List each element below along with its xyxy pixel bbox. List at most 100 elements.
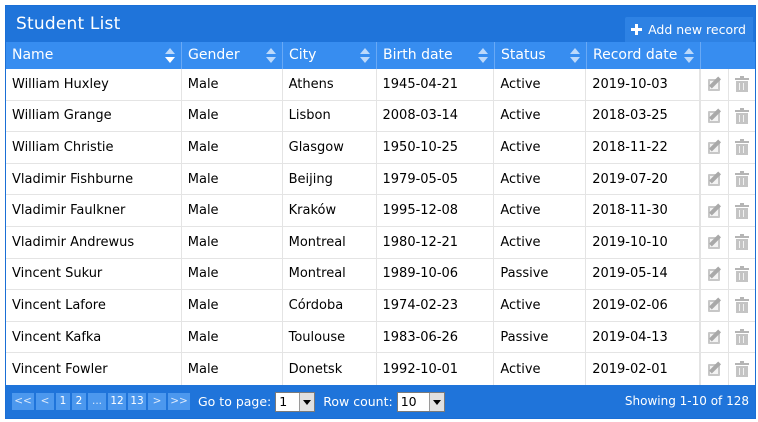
edit-icon[interactable] — [707, 234, 723, 250]
column-header-gender[interactable]: Gender — [182, 42, 283, 69]
edit-icon[interactable] — [707, 139, 723, 155]
cell-birth: 1992-10-01 — [377, 353, 495, 385]
trash-icon[interactable] — [735, 234, 750, 251]
cell-name: Vincent Lafore — [6, 290, 182, 321]
cell-name: William Christie — [6, 132, 182, 163]
cell-birth: 1995-12-08 — [377, 195, 495, 226]
edit-icon[interactable] — [707, 76, 723, 92]
edit-icon[interactable] — [707, 329, 723, 345]
cell-status: Active — [494, 100, 587, 132]
column-header-row: Name Gender City Birth date Status Recor… — [6, 42, 755, 69]
cell-gender: Male — [182, 258, 283, 290]
edit-icon[interactable] — [707, 297, 723, 313]
cell-record: 2019-02-06 — [586, 290, 701, 321]
table-row[interactable]: Vincent Lafore Male Córdoba 1974-02-23 Activ… — [6, 290, 755, 322]
column-header-actions — [701, 42, 755, 69]
column-header-birth-date[interactable]: Birth date — [377, 42, 495, 69]
cell-status: Active — [494, 226, 587, 258]
cell-status: Active — [494, 195, 587, 226]
cell-city: Montreal — [283, 226, 377, 258]
table-row[interactable]: William Huxley Male Athens 1945-04-21 Active… — [6, 69, 755, 101]
column-label: Birth date — [383, 47, 453, 63]
chevron-down-icon — [428, 392, 444, 411]
cell-record: 2018-03-25 — [586, 100, 701, 132]
cell-gender: Male — [182, 163, 283, 195]
grid-title: Student List — [16, 14, 121, 34]
cell-name: Vladimir Faulkner — [6, 195, 182, 226]
prev-page-button[interactable]: < — [36, 393, 54, 410]
goto-page-label: Go to page: — [198, 394, 272, 409]
cell-city: Kraków — [283, 195, 377, 226]
cell-birth: 1983-06-26 — [377, 321, 495, 353]
table-row[interactable]: Vladimir Fishburne Male Beijing 1979-05-05 A… — [6, 163, 755, 196]
goto-page-select[interactable]: 1 — [275, 391, 316, 412]
delete-cell — [729, 195, 755, 226]
delete-cell — [729, 132, 755, 163]
table-row[interactable]: Vincent Sukur Male Montreal 1989-10-06 Passi… — [6, 258, 755, 291]
table-row[interactable]: Vladimir Faulkner Male Kraków 1995-12-08 Act… — [6, 195, 755, 227]
column-header-city[interactable]: City — [283, 42, 377, 69]
page-button-12[interactable]: 12 — [108, 393, 126, 410]
table-row[interactable]: Vincent Fowler Male Donetsk 1992-10-01 Activ… — [6, 353, 755, 385]
column-header-record-date[interactable]: Record date — [587, 42, 701, 69]
table-row[interactable]: Vincent Kafka Male Toulouse 1983-06-26 Passi… — [6, 321, 755, 354]
cell-gender: Male — [182, 321, 283, 353]
row-count-label: Row count: — [323, 394, 393, 409]
cell-record: 2019-05-14 — [586, 258, 701, 290]
sort-arrows-icon — [478, 48, 488, 64]
last-page-button[interactable]: >> — [168, 393, 190, 410]
edit-cell — [701, 195, 730, 226]
next-page-button[interactable]: > — [148, 393, 166, 410]
trash-icon[interactable] — [735, 202, 750, 219]
grid-titlebar: Student List Add new record — [6, 6, 755, 42]
cell-name: Vincent Sukur — [6, 258, 182, 290]
cell-status: Active — [494, 353, 587, 385]
add-record-button[interactable]: Add new record — [625, 17, 753, 42]
grid-body: William Huxley Male Athens 1945-04-21 Active… — [6, 69, 755, 385]
cell-record: 2019-07-20 — [586, 163, 701, 195]
cell-record: 2019-02-01 — [586, 353, 701, 385]
page-button-1[interactable]: 1 — [56, 393, 70, 410]
trash-icon[interactable] — [735, 107, 750, 124]
delete-cell — [729, 227, 755, 258]
cell-birth: 1974-02-23 — [377, 290, 495, 321]
page-button-2[interactable]: 2 — [72, 393, 86, 410]
trash-icon[interactable] — [735, 297, 750, 314]
trash-icon[interactable] — [735, 171, 750, 188]
edit-cell — [701, 132, 730, 163]
column-header-status[interactable]: Status — [495, 42, 587, 69]
column-label: Name — [12, 47, 54, 63]
page-button-13[interactable]: 13 — [128, 393, 146, 410]
cell-city: Glasgow — [283, 132, 377, 163]
trash-icon[interactable] — [735, 361, 750, 378]
add-record-label: Add new record — [648, 22, 746, 37]
edit-icon[interactable] — [707, 171, 723, 187]
cell-name: Vincent Fowler — [6, 353, 182, 385]
table-row[interactable]: William Christie Male Glasgow 1950-10-25 Act… — [6, 132, 755, 164]
trash-icon[interactable] — [735, 329, 750, 346]
cell-city: Athens — [283, 69, 377, 100]
table-row[interactable]: William Grange Male Lisbon 2008-03-14 Active… — [6, 100, 755, 133]
goto-page-value: 1 — [279, 394, 288, 409]
column-label: Status — [501, 47, 546, 63]
trash-icon[interactable] — [735, 76, 750, 93]
sort-arrows-icon — [570, 48, 580, 64]
cell-city: Beijing — [283, 163, 377, 195]
cell-city: Toulouse — [283, 321, 377, 353]
edit-icon[interactable] — [707, 108, 723, 124]
trash-icon[interactable] — [735, 139, 750, 156]
edit-icon[interactable] — [707, 203, 723, 219]
first-page-button[interactable]: << — [12, 393, 34, 410]
row-count-select[interactable]: 10 — [396, 391, 445, 412]
column-label: Record date — [593, 47, 678, 63]
trash-icon[interactable] — [735, 265, 750, 282]
edit-icon[interactable] — [707, 266, 723, 282]
plus-icon — [631, 24, 643, 35]
edit-icon[interactable] — [707, 361, 723, 377]
column-header-name[interactable]: Name — [6, 42, 182, 69]
cell-birth: 2008-03-14 — [377, 100, 495, 132]
table-row[interactable]: Vladimir Andrewus Male Montreal 1980-12-21 A… — [6, 226, 755, 259]
cell-gender: Male — [182, 195, 283, 226]
edit-cell — [701, 290, 730, 321]
page-ellipsis: ... — [88, 393, 106, 410]
